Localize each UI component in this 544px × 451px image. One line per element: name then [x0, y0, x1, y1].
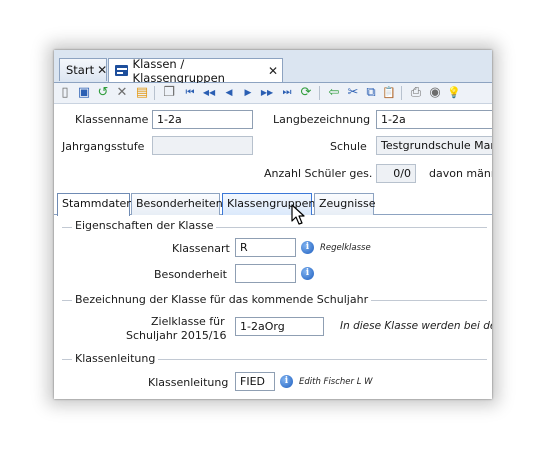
copy-icon[interactable]: ❐: [161, 85, 177, 101]
tab-besonderheiten[interactable]: Besonderheiten: [131, 193, 223, 215]
klassenleitung-hint: Edith Fischer L W: [299, 377, 373, 387]
new-icon[interactable]: ▯: [57, 85, 73, 101]
bezeichnung-title: Bezeichnung der Klasse für das kommende …: [72, 293, 372, 306]
prev-page-icon[interactable]: ◀◀: [201, 85, 217, 101]
next-page-icon[interactable]: ▶▶: [259, 85, 275, 101]
tab-stammdaten[interactable]: Stammdaten: [57, 193, 133, 216]
toolbar: ▯ ▣ ↺ ✕ ▤ ❐ ⏮ ◀◀ ◀ ▶ ▶▶ ⏭ ⟳ ⇦ ✂ ⧉ 📋 ⎙ ◉ …: [54, 83, 492, 104]
klassenleitung-field[interactable]: FIED: [235, 372, 275, 391]
anzahl-schueler-field[interactable]: 0/0: [376, 164, 416, 183]
prev-icon[interactable]: ◀: [221, 85, 237, 101]
davon-maennlich-label: davon männ: [429, 167, 492, 180]
paste-icon[interactable]: 📋: [381, 85, 397, 101]
close-icon[interactable]: ✕: [268, 64, 278, 78]
klassenart-field[interactable]: R: [235, 238, 296, 257]
tab-start[interactable]: Start ✕: [59, 58, 107, 81]
last-icon[interactable]: ⏭: [279, 85, 295, 101]
cut-icon[interactable]: ✂: [345, 85, 361, 101]
tab-klassen-label: Klassen / Klassengruppen: [132, 56, 225, 85]
document-tabstrip: Start ✕ Klassen / Klassengruppen ✕: [54, 50, 492, 85]
class-list-icon: [115, 65, 128, 76]
first-icon[interactable]: ⏮: [182, 85, 198, 101]
copy2-icon[interactable]: ⧉: [363, 85, 379, 101]
mouse-pointer-icon: [291, 204, 305, 225]
info-icon[interactable]: i: [301, 241, 314, 254]
zielklasse-label-line1: Zielklasse für: [151, 315, 225, 328]
info-icon[interactable]: i: [301, 267, 314, 280]
schule-label: Schule: [330, 140, 367, 153]
tab-start-label: Start: [66, 63, 95, 77]
klassenname-field[interactable]: 1-2a: [152, 110, 253, 129]
klassenname-label: Klassenname: [75, 113, 149, 126]
klassenleitung-title: Klassenleitung: [72, 352, 159, 365]
idea-icon[interactable]: 💡: [446, 85, 462, 101]
app-window: Start ✕ Klassen / Klassengruppen ✕ ▯ ▣ ↺…: [54, 50, 492, 399]
zielklasse-field[interactable]: 1-2aOrg: [235, 317, 324, 336]
view-icon[interactable]: ◉: [427, 85, 443, 101]
klassenart-hint: Regelklasse: [320, 243, 371, 253]
save-icon[interactable]: ▣: [76, 85, 92, 101]
langbezeichnung-label: Langbezeichnung: [273, 113, 371, 126]
besonderheit-label: Besonderheit: [154, 268, 227, 281]
refresh-icon[interactable]: ⟳: [298, 85, 314, 101]
delete-icon[interactable]: ✕: [114, 85, 130, 101]
print-icon[interactable]: ⎙: [408, 85, 424, 101]
tab-klassen[interactable]: Klassen / Klassengruppen ✕: [108, 56, 283, 85]
form-icon[interactable]: ▤: [134, 85, 150, 101]
anzahl-schueler-label: Anzahl Schüler ges.: [264, 167, 373, 180]
toolbar-separator: [154, 86, 155, 100]
eigenschaften-title: Eigenschaften der Klasse: [72, 219, 217, 232]
undo-icon[interactable]: ↺: [95, 85, 111, 101]
close-icon[interactable]: ✕: [97, 63, 107, 77]
jahrgangsstufe-label: Jahrgangsstufe: [62, 140, 145, 153]
next-icon[interactable]: ▶: [240, 85, 256, 101]
toolbar-separator: [401, 86, 402, 100]
langbezeichnung-field[interactable]: 1-2a: [376, 110, 492, 129]
besonderheit-field[interactable]: [235, 264, 296, 283]
zielklasse-hint: In diese Klasse werden bei der i: [340, 320, 492, 332]
back-arrow-icon[interactable]: ⇦: [326, 85, 342, 101]
info-icon[interactable]: i: [280, 375, 293, 388]
toolbar-separator: [319, 86, 320, 100]
klassenart-label: Klassenart: [172, 242, 230, 255]
zielklasse-label-line2: Schuljahr 2015/16: [126, 329, 227, 342]
tab-zeugnisse[interactable]: Zeugnisse: [314, 193, 376, 215]
klassenleitung-label: Klassenleitung: [148, 376, 229, 389]
jahrgangsstufe-field[interactable]: [152, 136, 253, 155]
schule-field[interactable]: Testgrundschule Mark: [376, 136, 492, 155]
